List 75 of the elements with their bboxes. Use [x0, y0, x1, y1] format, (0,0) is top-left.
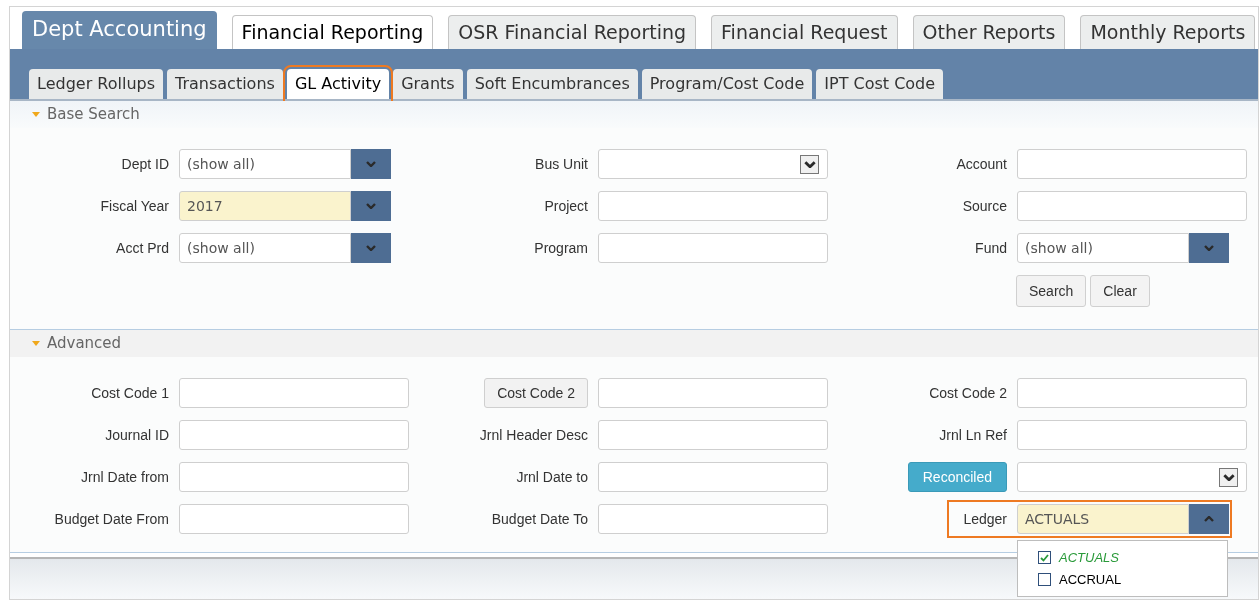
input-field[interactable]: [598, 462, 828, 492]
field-label: Account: [956, 154, 1007, 174]
chevron-up-icon: [1204, 516, 1214, 522]
dropdown-button[interactable]: [351, 191, 391, 221]
tab[interactable]: OSR Financial Reporting: [448, 15, 697, 49]
input-field[interactable]: [598, 378, 828, 408]
dropdown-button[interactable]: [1189, 504, 1229, 534]
dropdown-field[interactable]: 2017: [179, 191, 351, 221]
caret-down-icon: [32, 112, 40, 117]
field-label: Acct Prd: [116, 238, 169, 258]
option-label[interactable]: ACTUALS: [1059, 548, 1119, 568]
tab[interactable]: Financial Reporting: [231, 15, 434, 49]
sub-tab[interactable]: IPT Cost Code: [816, 69, 944, 99]
field-label: Cost Code 2: [929, 383, 1007, 403]
field-label: Jrnl Date to: [516, 467, 588, 487]
field-label: Ledger: [963, 509, 1007, 529]
field-label: Project: [544, 196, 588, 216]
select-field[interactable]: [598, 149, 828, 179]
dropdown-button[interactable]: [351, 233, 391, 263]
sub-tab[interactable]: Ledger Rollups: [29, 69, 163, 99]
action-button[interactable]: Clear: [1090, 275, 1150, 307]
field-label: Cost Code 1: [91, 383, 169, 403]
sub-tab[interactable]: Grants: [393, 69, 463, 99]
tab[interactable]: Financial Request: [711, 15, 898, 49]
field-label: Source: [962, 196, 1007, 216]
input-field[interactable]: [598, 504, 828, 534]
field-label: Budget Date From: [54, 509, 169, 529]
dropdown-field[interactable]: (show all): [1017, 233, 1189, 263]
dropdown-field[interactable]: ACTUALS: [1017, 504, 1189, 534]
field-label: Jrnl Ln Ref: [939, 425, 1007, 445]
input-field[interactable]: [598, 420, 828, 450]
field-label: Fiscal Year: [100, 196, 169, 216]
dropdown-field[interactable]: (show all): [179, 233, 351, 263]
select-field[interactable]: [1017, 462, 1247, 492]
checkbox[interactable]: [1038, 572, 1051, 586]
input-field[interactable]: [179, 378, 409, 408]
field-label: Fund: [975, 238, 1007, 258]
field-label: Bus Unit: [535, 154, 588, 174]
chevron-down-icon: [366, 245, 376, 251]
field-label: Jrnl Header Desc: [479, 425, 588, 445]
input-field[interactable]: [1017, 149, 1247, 179]
section-header[interactable]: Advanced: [10, 330, 1258, 357]
field-label: Journal ID: [105, 425, 169, 445]
field-label: Jrnl Date from: [81, 467, 169, 487]
input-field[interactable]: [1017, 191, 1247, 221]
option-label[interactable]: ACCRUAL: [1059, 569, 1122, 589]
caret-down-icon: [32, 341, 40, 346]
action-button[interactable]: Search: [1016, 275, 1087, 307]
section-title: Base Search: [47, 104, 140, 126]
chevron-down-icon: [366, 203, 376, 209]
tab[interactable]: Dept Accounting: [22, 11, 217, 49]
field-label: Dept ID: [121, 154, 169, 174]
dropdown-button[interactable]: [351, 149, 391, 179]
input-field[interactable]: [598, 233, 828, 263]
input-field[interactable]: [1017, 420, 1247, 450]
input-field[interactable]: [598, 191, 828, 221]
input-field[interactable]: [179, 420, 409, 450]
dropdown-field[interactable]: (show all): [179, 149, 351, 179]
field-label: Budget Date To: [491, 509, 588, 529]
sub-tab[interactable]: Program/Cost Code: [641, 69, 813, 99]
tab[interactable]: Other Reports: [912, 15, 1066, 49]
dropdown-button[interactable]: [1189, 233, 1229, 263]
chevron-down-icon: [366, 161, 376, 167]
chevron-down-icon: [1204, 245, 1214, 251]
input-field[interactable]: [179, 504, 409, 534]
cost-code-button[interactable]: Cost Code 2: [484, 378, 588, 408]
tab[interactable]: Monthly Reports: [1080, 15, 1256, 49]
input-field[interactable]: [1017, 378, 1247, 408]
section-title: Advanced: [47, 333, 122, 355]
input-field[interactable]: [179, 462, 409, 492]
sub-tab[interactable]: Transactions: [167, 69, 283, 99]
sub-tab[interactable]: Soft Encumbrances: [466, 69, 638, 99]
field-label: Program: [534, 238, 588, 258]
section-header[interactable]: Base Search: [10, 101, 1258, 128]
checkbox[interactable]: [1038, 551, 1051, 565]
